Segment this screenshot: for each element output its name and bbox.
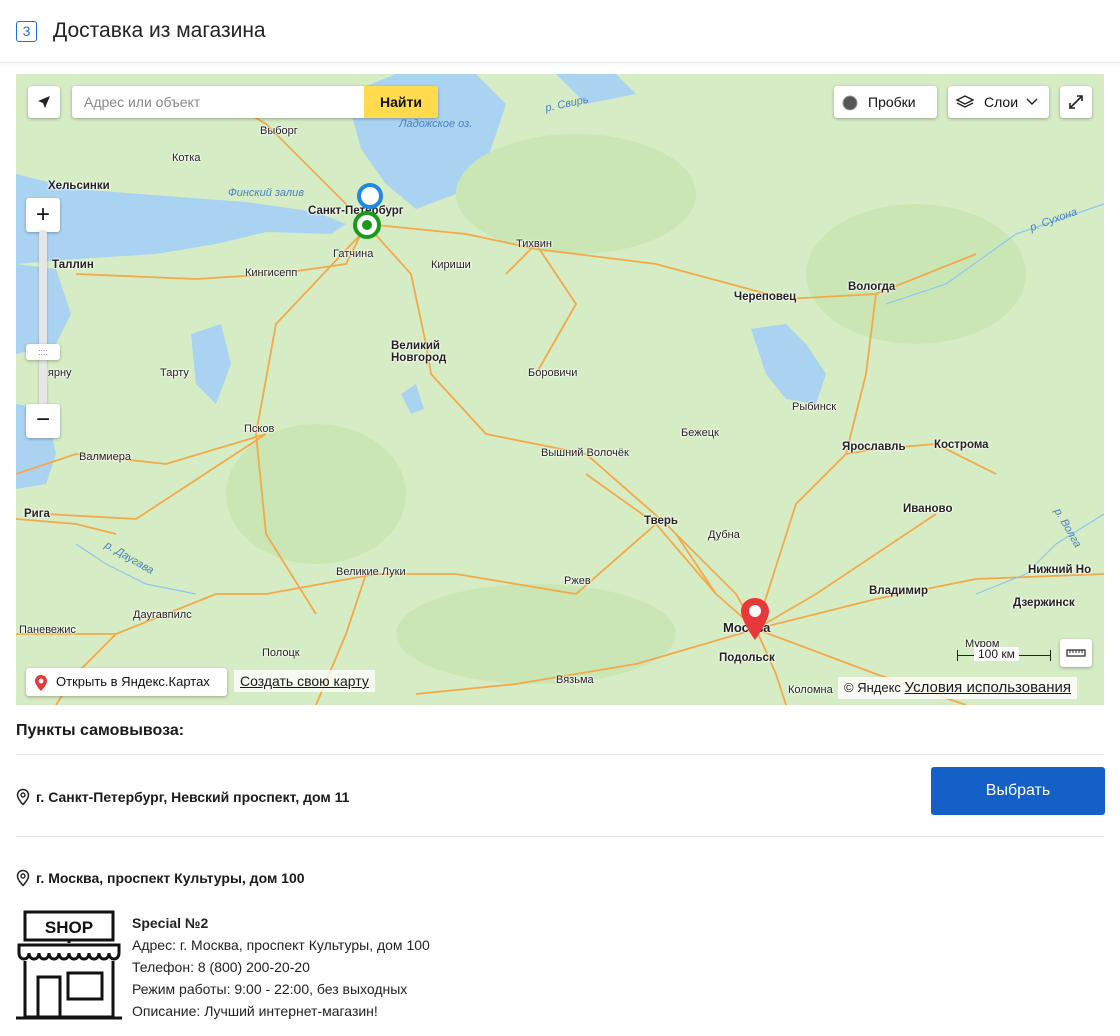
map-city-label: Рига	[24, 508, 50, 520]
map-water-label: Ладожское оз.	[399, 118, 473, 130]
open-yandex-maps-label: Открыть в Яндекс.Картах	[56, 674, 210, 689]
create-map-link[interactable]: Создать свою карту	[234, 670, 375, 692]
map-city-label: Нижний Но	[1028, 564, 1092, 576]
map-city-label: Великие Луки	[336, 566, 406, 578]
map-search-button[interactable]: Найти	[364, 86, 438, 118]
map-city-label: Великий Новгород	[391, 340, 447, 364]
traffic-button[interactable]: Пробки	[834, 86, 937, 118]
map-marker-green[interactable]	[352, 210, 384, 242]
map-marker-red[interactable]	[738, 596, 774, 644]
map-scale: 100 км	[957, 647, 1051, 662]
pickup-address: г. Санкт-Петербург, Невский проспект, до…	[36, 789, 350, 805]
zoom-slider-handle[interactable]: ::::	[26, 344, 60, 360]
zoom-in-button[interactable]: +	[26, 198, 60, 232]
zoom-out-button[interactable]: −	[26, 404, 60, 438]
map-city-label: Дубна	[708, 529, 740, 541]
map-city-label: Тверь	[644, 515, 678, 527]
map-city-label: Подольск	[719, 652, 775, 664]
shop-info: Special №2 Адрес: г. Москва, проспект Ку…	[132, 912, 430, 1022]
map-city-label: Рыбинск	[792, 401, 837, 413]
geolocation-button[interactable]	[28, 86, 60, 118]
zoom-slider-track[interactable]	[39, 230, 47, 410]
map-city-label: Тарту	[160, 367, 189, 379]
section-header: 3 Доставка из магазина	[0, 0, 1120, 63]
map-city-label: Дзержинск	[1013, 597, 1075, 609]
map-city-label: Череповец	[734, 291, 797, 303]
shop-description: Описание: Лучший интернет-магазин!	[132, 1003, 378, 1019]
map-pin-icon	[35, 675, 47, 691]
map-city-label: Хельсинки	[48, 180, 110, 192]
map-city-label: Кострома	[934, 439, 989, 451]
layers-icon	[955, 95, 975, 108]
map-city-label: Валмиера	[79, 451, 131, 463]
location-arrow-icon	[38, 96, 50, 108]
map-water-label: Финский залив	[228, 187, 304, 199]
copyright-text: © Яндекс	[844, 680, 901, 695]
map-city-label: Гатчина	[333, 248, 374, 260]
select-pickup-button[interactable]: Выбрать	[931, 767, 1105, 815]
map-city-label: Вышний Волочёк	[541, 447, 629, 459]
location-pin-icon	[16, 869, 30, 887]
map-search-input[interactable]	[72, 86, 364, 118]
map-city-label: Бежецк	[681, 427, 719, 439]
divider	[16, 754, 1104, 755]
traffic-label: Пробки	[868, 94, 916, 110]
pickup-address-row[interactable]: г. Москва, проспект Культуры, дом 100	[16, 869, 305, 887]
shop-name: Special №2	[132, 915, 209, 931]
map-city-label: Полоцк	[262, 647, 300, 659]
map-city-label: Иваново	[903, 503, 953, 515]
map-marker-blue[interactable]	[354, 182, 388, 212]
chevron-down-icon	[1026, 98, 1038, 105]
map-search: Найти	[72, 86, 438, 118]
divider	[16, 836, 1104, 837]
terms-link[interactable]: Условия использования	[905, 679, 1072, 696]
shop-icon: SHOP	[16, 910, 122, 1020]
open-yandex-maps-button[interactable]: Открыть в Яндекс.Картах	[26, 668, 227, 696]
step-number-badge: 3	[16, 21, 37, 42]
layers-label: Слои	[984, 94, 1019, 110]
map-city-label: Вязьма	[556, 674, 594, 686]
map-city-label: Даугавпилс	[133, 609, 192, 621]
expand-icon	[1069, 95, 1083, 109]
pickup-points-title: Пункты самовывоза:	[16, 722, 185, 739]
map-city-label: Кириши	[431, 259, 471, 271]
map-city-label: Кингисепп	[245, 267, 298, 279]
map-city-label: Ярославль	[842, 441, 906, 453]
shop-address: Адрес: г. Москва, проспект Культуры, дом…	[132, 937, 430, 953]
shop-hours: Режим работы: 9:00 - 22:00, без выходных	[132, 981, 408, 997]
map-city-label: Ржев	[564, 575, 591, 587]
map-city-label: Котка	[172, 152, 201, 164]
layers-button[interactable]: Слои	[948, 86, 1049, 118]
minus-icon: −	[35, 406, 50, 433]
map-widget[interactable]: Ладожское оз. Финский залив р. Свирь р. …	[16, 74, 1104, 705]
shop-phone: Телефон: 8 (800) 200-20-20	[132, 959, 310, 975]
map-city-label: Паневежис	[19, 624, 76, 636]
ruler-button[interactable]	[1060, 639, 1092, 667]
map-city-label: Таллин	[52, 259, 94, 271]
ruler-icon	[1066, 649, 1086, 657]
map-city-label: Тихвин	[516, 238, 552, 250]
location-pin-icon	[16, 788, 30, 806]
map-city-label: Коломна	[788, 684, 833, 696]
fullscreen-button[interactable]	[1060, 86, 1092, 118]
pickup-address: г. Москва, проспект Культуры, дом 100	[36, 870, 305, 886]
map-city-label: Владимир	[869, 585, 928, 597]
map-city-label: Выборг	[260, 125, 298, 137]
map-city-label: Псков	[244, 423, 275, 435]
pickup-address-row: г. Санкт-Петербург, Невский проспект, до…	[16, 788, 349, 806]
map-scale-label: 100 км	[974, 647, 1019, 661]
map-city-label: Боровичи	[528, 367, 578, 379]
section-title: Доставка из магазина	[53, 19, 266, 42]
traffic-icon	[842, 95, 858, 111]
plus-icon: +	[35, 201, 50, 228]
map-city-label: Вологда	[848, 281, 896, 293]
shop-icon-text: SHOP	[45, 918, 93, 937]
map-copyright: © Яндекс Условия использования	[838, 677, 1078, 699]
